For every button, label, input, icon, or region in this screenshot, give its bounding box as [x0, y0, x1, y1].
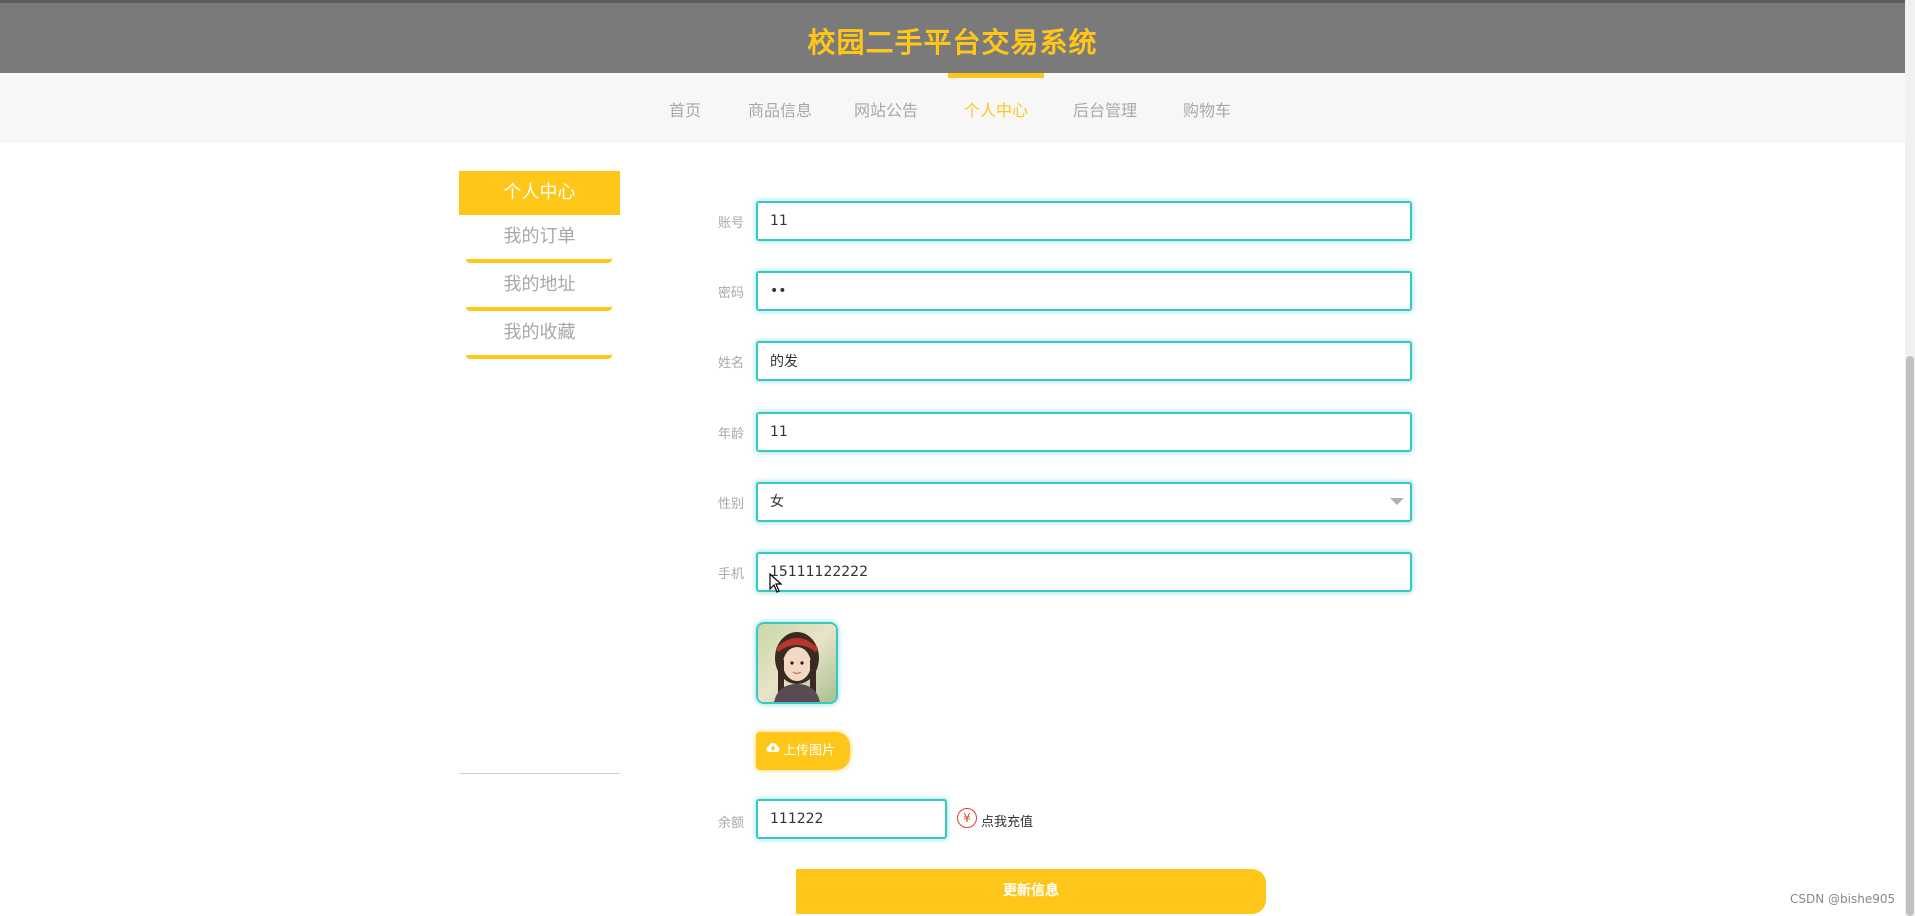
nav-item-admin[interactable]: 后台管理: [1065, 73, 1145, 143]
site-title: 校园二手平台交易系统: [807, 26, 1098, 59]
avatar: [756, 622, 838, 704]
sidebar-item-orders[interactable]: 我的订单: [459, 217, 620, 257]
site-header: 校园二手平台交易系统: [0, 0, 1905, 73]
age-input[interactable]: [756, 412, 1412, 452]
sidebar-underline: [466, 259, 612, 263]
update-info-button[interactable]: 更新信息: [796, 869, 1266, 914]
nav-item-personal-center[interactable]: 个人中心: [951, 73, 1041, 143]
password-label: 密码: [717, 286, 744, 301]
balance-input[interactable]: [756, 799, 947, 839]
password-input[interactable]: [756, 271, 1412, 311]
nav-item-home[interactable]: 首页: [655, 73, 715, 143]
cloud-upload-icon: [766, 732, 780, 770]
upload-image-label: 上传图片: [783, 743, 836, 759]
nav-active-indicator: [948, 73, 1044, 78]
upload-image-button[interactable]: 上传图片: [756, 732, 850, 770]
name-input[interactable]: [756, 341, 1412, 381]
sidebar-item-personal-center[interactable]: 个人中心: [459, 171, 620, 215]
account-input[interactable]: [756, 201, 1412, 241]
name-label: 姓名: [717, 356, 744, 371]
account-label: 账号: [717, 216, 744, 231]
sidebar-item-favorites[interactable]: 我的收藏: [459, 313, 620, 353]
gender-select[interactable]: 女: [756, 482, 1412, 522]
nav-item-cart[interactable]: 购物车: [1172, 73, 1242, 143]
phone-input[interactable]: [756, 552, 1412, 592]
sidebar-divider: [459, 773, 620, 774]
recharge-link[interactable]: 点我充值: [981, 811, 1033, 830]
sidebar-item-addresses[interactable]: 我的地址: [459, 265, 620, 305]
scrollbar-thumb[interactable]: [1906, 356, 1914, 916]
gender-selected-value: 女: [770, 494, 784, 510]
phone-label: 手机: [717, 567, 744, 582]
watermark: CSDN @bishe905: [1790, 892, 1896, 906]
nav-item-products[interactable]: 商品信息: [740, 73, 820, 143]
age-label: 年龄: [717, 427, 744, 442]
chevron-down-icon: [1390, 498, 1404, 505]
mouse-cursor-icon: [769, 573, 783, 593]
balance-label: 余额: [717, 816, 744, 831]
gender-label: 性别: [717, 497, 744, 512]
yen-icon[interactable]: ¥: [957, 808, 977, 828]
nav-item-announcements[interactable]: 网站公告: [846, 73, 926, 143]
main-nav: 首页 商品信息 网站公告 个人中心 后台管理 购物车: [0, 73, 1905, 143]
sidebar-underline: [466, 355, 612, 359]
sidebar-underline: [466, 307, 612, 311]
avatar-image: [758, 624, 836, 702]
